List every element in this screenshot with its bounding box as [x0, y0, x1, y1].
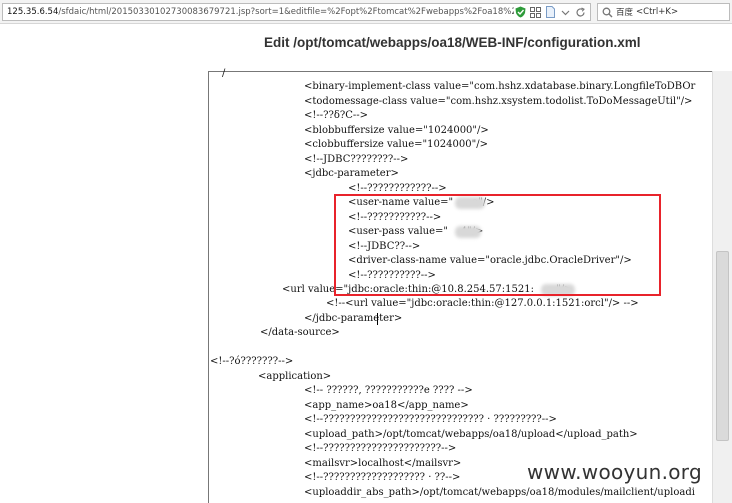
code-line[interactable]: <jdbc-parameter>: [304, 168, 399, 180]
scrollbar-thumb[interactable]: [716, 251, 729, 441]
code-line[interactable]: <!--?????????????????????????????? · ???…: [304, 414, 557, 426]
code-line[interactable]: <blobbuffersize value="1024000"/>: [304, 125, 489, 137]
code-line[interactable]: <!--??δ?C-->: [304, 110, 368, 122]
code-line[interactable]: /: [222, 68, 225, 80]
refresh-icon[interactable]: [574, 6, 586, 18]
code-line[interactable]: <todomessage-class value="com.hshz.xsyst…: [304, 96, 692, 108]
code-line[interactable]: <!--<url value="jdbc:oracle:thin:@127.0.…: [326, 298, 639, 310]
code-line[interactable]: <!--??????????????????????-->: [304, 443, 456, 455]
search-shortcut: <Ctrl+K>: [636, 7, 679, 17]
browser-toolbar: 125.35.6.54/sfdaic/html/2015033010273008…: [0, 0, 732, 24]
code-line[interactable]: <upload_path>/opt/tomcat/webapps/oa18/up…: [304, 429, 638, 441]
code-line[interactable]: <uploaddir_abs_path>/opt/tomcat/webapps/…: [304, 487, 695, 499]
search-engine-label: 百度: [616, 8, 634, 18]
code-line[interactable]: <mailsvr>localhost</mailsvr>: [304, 458, 461, 470]
address-bar[interactable]: 125.35.6.54/sfdaic/html/2015033010273008…: [2, 3, 591, 21]
search-box[interactable]: 百度 <Ctrl+K>: [597, 3, 730, 21]
dropdown-arrow-icon[interactable]: [559, 6, 571, 18]
code-line[interactable]: <!--JDBC????????-->: [304, 154, 408, 166]
url-text[interactable]: 125.35.6.54/sfdaic/html/2015033010273008…: [3, 7, 514, 17]
text-cursor: [377, 313, 378, 325]
watermark: www.wooyun.org: [527, 460, 702, 484]
code-line[interactable]: <!--?ó???????-->: [210, 356, 293, 368]
page-icon[interactable]: [544, 6, 556, 18]
code-line[interactable]: <app_name>oa18</app_name>: [304, 400, 469, 412]
url-path: /sfdaic/html/20150330102730083679721.jsp…: [58, 7, 514, 17]
code-line[interactable]: </data-source>: [260, 327, 340, 339]
url-host: 125.35.6.54: [7, 7, 59, 17]
code-line[interactable]: </jdbc-parameter>: [304, 313, 402, 325]
code-line[interactable]: <!-- ??????, ???????????е ???? -->: [304, 385, 473, 397]
code-line[interactable]: <binary-implement-class value="com.hshz.…: [304, 81, 695, 93]
grid-icon[interactable]: [529, 6, 541, 18]
shield-icon[interactable]: [514, 6, 526, 18]
page-title: Edit /opt/tomcat/webapps/oa18/WEB-INF/co…: [264, 35, 641, 50]
code-line[interactable]: <!--??????????????????? · ??-->: [304, 472, 460, 484]
highlight-box: [334, 194, 661, 296]
code-line[interactable]: <application>: [258, 371, 331, 383]
search-logo-icon: [601, 6, 613, 18]
code-line[interactable]: <clobbuffersize value="1024000"/>: [304, 139, 488, 151]
editor-scrollbar[interactable]: [712, 71, 732, 503]
